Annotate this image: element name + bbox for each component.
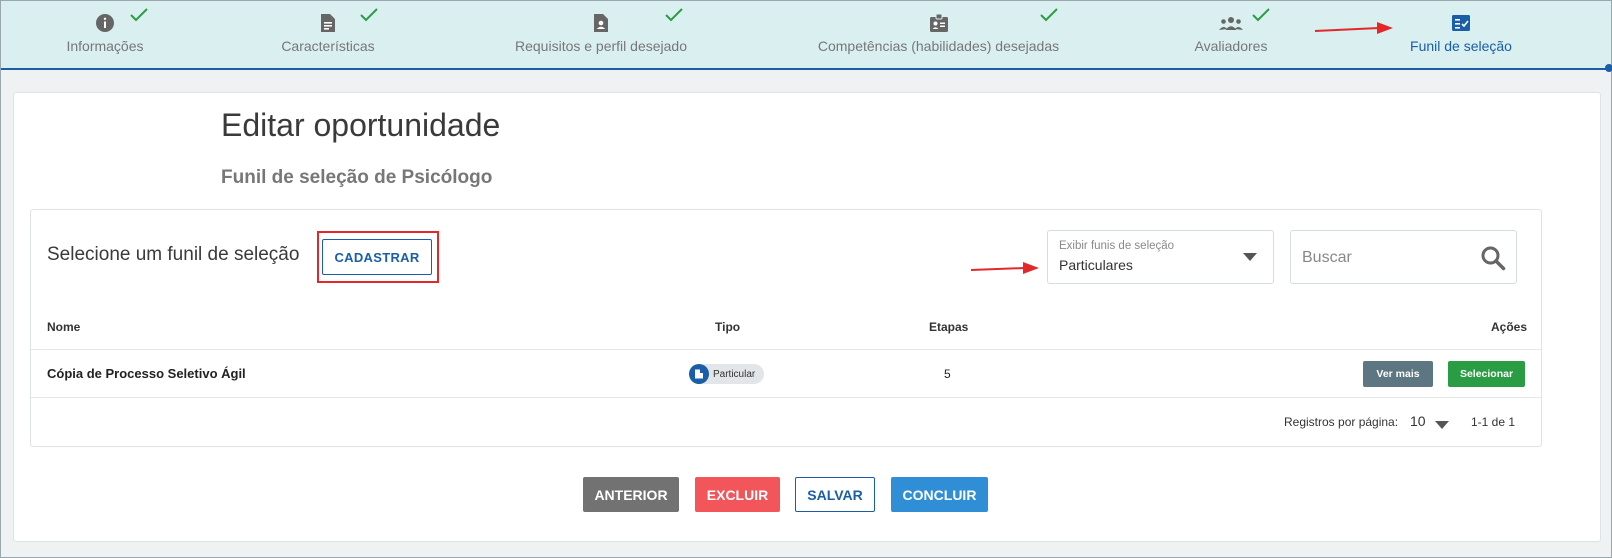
header-tipo[interactable]: Tipo <box>715 320 740 334</box>
check-icon <box>360 8 378 22</box>
panel-title: Selecione um funil de seleção <box>47 244 300 265</box>
page-title: Editar oportunidade <box>221 107 501 143</box>
caret-down-icon <box>1243 253 1257 261</box>
tipo-badge: Particular <box>689 364 764 384</box>
main-card: Editar oportunidade Funil de seleção de … <box>13 92 1601 542</box>
step-label: Avaliadores <box>1194 38 1268 54</box>
badge-label: Particular <box>713 368 756 380</box>
step-label: Características <box>281 38 375 54</box>
profile-doc-icon <box>593 13 609 33</box>
caret-down-icon[interactable] <box>1435 421 1449 429</box>
step-label: Informações <box>66 38 144 54</box>
step-funil[interactable]: Funil de seleção <box>1401 1 1521 68</box>
search-icon[interactable] <box>1480 245 1506 271</box>
step-requisitos[interactable]: Requisitos e perfil desejado <box>501 1 701 68</box>
search-field[interactable]: Buscar <box>1290 230 1517 284</box>
checklist-icon <box>1451 13 1471 33</box>
divider <box>31 349 1541 350</box>
salvar-button[interactable]: SALVAR <box>795 477 875 512</box>
annotation-arrow-step <box>1314 22 1393 34</box>
funnel-panel: Selecione um funil de seleção CADASTRAR … <box>30 209 1542 447</box>
annotation-arrow-filter <box>970 262 1039 274</box>
header-nome[interactable]: Nome <box>47 320 80 334</box>
concluir-button[interactable]: CONCLUIR <box>891 477 988 512</box>
step-caracteristicas[interactable]: Características <box>263 1 393 68</box>
building-icon <box>689 364 709 384</box>
excluir-button[interactable]: EXCLUIR <box>695 477 780 512</box>
id-badge-icon <box>929 13 949 33</box>
step-competencias[interactable]: Competências (habilidades) desejadas <box>811 1 1066 68</box>
stepper-progress-dot <box>1605 64 1612 72</box>
group-icon <box>1218 13 1244 33</box>
row-nome: Cópia de Processo Seletivo Ágil <box>47 366 246 381</box>
check-icon <box>665 8 683 22</box>
anterior-button[interactable]: ANTERIOR <box>583 477 679 512</box>
filter-value: Particulares <box>1059 257 1133 273</box>
header-etapas[interactable]: Etapas <box>929 320 968 334</box>
check-icon <box>1252 8 1270 22</box>
ver-mais-button[interactable]: Ver mais <box>1363 361 1433 387</box>
row-etapas: 5 <box>944 367 951 381</box>
info-icon <box>95 13 115 33</box>
document-icon <box>319 13 337 33</box>
step-avaliadores[interactable]: Avaliadores <box>1181 1 1281 68</box>
divider <box>31 397 1541 398</box>
filter-label: Exibir funis de seleção <box>1059 240 1175 252</box>
funnel-filter-select[interactable]: Exibir funis de seleção Particulares <box>1047 230 1274 284</box>
step-label: Requisitos e perfil desejado <box>515 38 687 54</box>
pagination-range: 1-1 de 1 <box>1471 415 1516 429</box>
search-input[interactable]: Buscar <box>1302 249 1352 267</box>
step-label: Competências (habilidades) desejadas <box>817 38 1060 54</box>
step-informacoes[interactable]: Informações <box>45 1 165 68</box>
per-page-select[interactable]: 10 <box>1410 413 1426 429</box>
selecionar-button[interactable]: Selecionar <box>1448 361 1525 387</box>
check-icon <box>1040 8 1058 22</box>
page-subtitle: Funil de seleção de Psicólogo <box>221 167 493 188</box>
check-icon <box>130 8 148 22</box>
step-label: Funil de seleção <box>1410 38 1512 54</box>
header-acoes: Ações <box>1491 320 1528 334</box>
cadastrar-button[interactable]: CADASTRAR <box>322 239 432 275</box>
pagination-label: Registros por página: <box>1284 415 1399 429</box>
